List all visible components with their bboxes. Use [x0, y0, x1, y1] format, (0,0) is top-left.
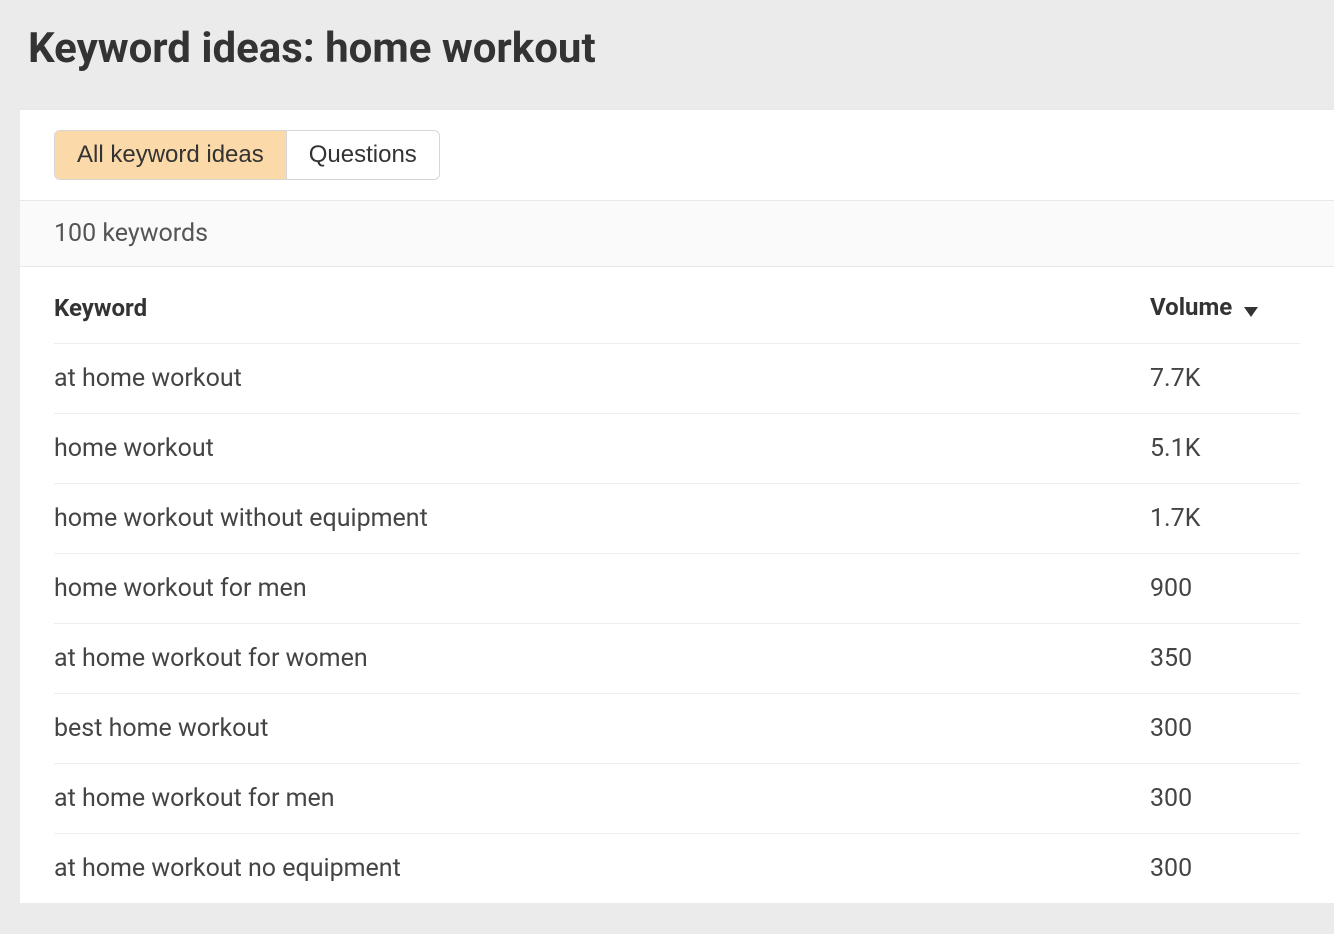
- volume-cell: 350: [1150, 623, 1300, 693]
- volume-cell: 300: [1150, 693, 1300, 763]
- caret-down-icon: [1244, 295, 1258, 323]
- volume-cell: 300: [1150, 763, 1300, 833]
- table-row[interactable]: best home workout 300: [54, 693, 1300, 763]
- table-row[interactable]: at home workout for men 300: [54, 763, 1300, 833]
- table-row[interactable]: home workout 5.1K: [54, 413, 1300, 483]
- volume-cell: 7.7K: [1150, 343, 1300, 413]
- tab-group: All keyword ideas Questions: [54, 130, 440, 180]
- tab-questions[interactable]: Questions: [286, 131, 439, 179]
- volume-cell: 900: [1150, 553, 1300, 623]
- volume-cell: 5.1K: [1150, 413, 1300, 483]
- keyword-cell: best home workout: [54, 693, 1150, 763]
- column-header-keyword[interactable]: Keyword: [54, 267, 1150, 343]
- table-row[interactable]: at home workout for women 350: [54, 623, 1300, 693]
- keyword-table: Keyword Volume at home workout 7.7K home…: [54, 267, 1300, 903]
- table-row[interactable]: at home workout no equipment 300: [54, 833, 1300, 903]
- table-row[interactable]: at home workout 7.7K: [54, 343, 1300, 413]
- column-header-volume[interactable]: Volume: [1150, 267, 1300, 343]
- keyword-cell: at home workout for men: [54, 763, 1150, 833]
- keyword-cell: home workout for men: [54, 553, 1150, 623]
- keyword-cell: home workout without equipment: [54, 483, 1150, 553]
- volume-cell: 1.7K: [1150, 483, 1300, 553]
- page-title: Keyword ideas: home workout: [0, 0, 1334, 109]
- table-row[interactable]: home workout for men 900: [54, 553, 1300, 623]
- keyword-cell: at home workout: [54, 343, 1150, 413]
- results-panel: All keyword ideas Questions 100 keywords…: [20, 109, 1334, 903]
- keyword-table-wrap: Keyword Volume at home workout 7.7K home…: [20, 267, 1334, 903]
- tab-all-keyword-ideas[interactable]: All keyword ideas: [55, 131, 286, 179]
- table-row[interactable]: home workout without equipment 1.7K: [54, 483, 1300, 553]
- tabs-row: All keyword ideas Questions: [20, 110, 1334, 200]
- results-count: 100 keywords: [20, 200, 1334, 267]
- volume-cell: 300: [1150, 833, 1300, 903]
- keyword-cell: at home workout no equipment: [54, 833, 1150, 903]
- keyword-cell: home workout: [54, 413, 1150, 483]
- keyword-cell: at home workout for women: [54, 623, 1150, 693]
- column-header-volume-label: Volume: [1150, 293, 1232, 321]
